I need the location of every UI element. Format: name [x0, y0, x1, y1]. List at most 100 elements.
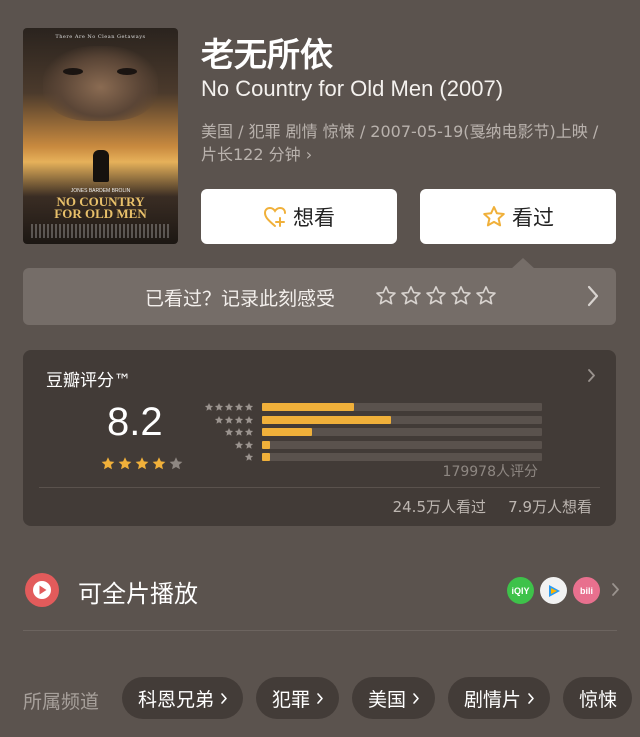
star-outline-icon[interactable]: [450, 285, 472, 306]
want-to-watch-button[interactable]: 想看: [201, 189, 397, 244]
star-small-icon: [224, 428, 234, 436]
poster-credits: [31, 224, 170, 238]
rating-bar-row: [198, 426, 542, 439]
rating-stars: [100, 456, 184, 471]
channel-chips: 科恩兄弟 犯罪 美国 剧情片 惊悚: [122, 677, 633, 719]
tencent-video-icon: [540, 577, 567, 604]
poster-figure-art: [93, 150, 109, 182]
star-small-icon: [244, 415, 254, 424]
channel-chip[interactable]: 科恩兄弟: [122, 677, 244, 719]
channels-row: 所属频道 科恩兄弟 犯罪 美国 剧情片 惊悚: [0, 677, 640, 721]
platform-icons: iQIY bili: [507, 577, 600, 604]
rating-score: 8.2: [107, 400, 163, 444]
star-small-icon: [244, 453, 254, 461]
rating-count: 179978人评分: [442, 464, 538, 480]
star-small-icon: [224, 415, 234, 424]
have-watched-button[interactable]: 看过: [420, 189, 616, 244]
iqiyi-icon: iQIY: [507, 577, 534, 604]
chevron-right-icon: [221, 692, 227, 704]
chevron-right-icon: [528, 692, 534, 704]
rating-bar-fill: [262, 453, 271, 462]
poster-eye-right: [117, 68, 137, 75]
star-outline-icon[interactable]: [425, 285, 447, 306]
star-filled-icon: [135, 457, 149, 470]
record-feeling-bar[interactable]: 已看过？记录此刻感受: [23, 258, 616, 325]
rating-bar-fill: [262, 440, 271, 449]
chevron-right-icon[interactable]: [611, 582, 620, 597]
star-small-icon: [234, 415, 244, 424]
douban-rating-card[interactable]: 豆瓣评分™ 8.2 179978人评分 24.5万人看过 7.9万人想看: [23, 350, 616, 526]
rating-bar-track: [262, 440, 542, 449]
chevron-right-icon[interactable]: [587, 368, 596, 383]
rating-distribution: [198, 401, 542, 464]
channel-chip[interactable]: 美国: [352, 677, 436, 719]
section-divider: [23, 630, 617, 631]
channel-chip-label: 犯罪: [272, 688, 311, 711]
chevron-right-icon: [317, 692, 323, 704]
bar-star-icons: [198, 402, 254, 412]
full-play-label: 可全片播放: [78, 580, 198, 608]
record-bar-pointer: [511, 258, 535, 269]
bar-star-icons: [198, 427, 254, 437]
movie-meta-info[interactable]: 美国 / 犯罪 剧情 惊悚 / 2007-05-19(戛纳电影节)上映 / 片长…: [201, 120, 611, 166]
rate-stars[interactable]: [375, 285, 497, 306]
star-small-icon: [214, 403, 224, 411]
rating-bar-track: [262, 403, 542, 412]
channel-chip-label: 惊悚: [579, 688, 618, 711]
rating-label: 豆瓣评分™: [46, 371, 131, 391]
chevron-right-icon: [413, 692, 419, 704]
star-small-icon: [224, 403, 234, 411]
movie-poster[interactable]: There Are No Clean Getaways JONES BARDEM…: [23, 28, 178, 244]
poster-title: NO COUNTRY FOR OLD MEN: [23, 195, 178, 221]
record-feeling-prompt: 已看过？记录此刻感受: [145, 288, 336, 310]
star-filled-icon: [101, 457, 115, 470]
full-play-row[interactable]: 可全片播放 iQIY bili: [0, 560, 640, 620]
rating-bar-row: [198, 439, 542, 452]
poster-title-line2: FOR OLD MEN: [54, 206, 147, 221]
bar-star-icons: [198, 415, 254, 425]
movie-title-en: No Country for Old Men (2007): [201, 76, 504, 101]
want-to-watch-label: 想看: [293, 205, 335, 230]
heart-plus-icon: [263, 206, 286, 227]
star-small-icon: [234, 403, 244, 411]
star-filled-icon: [118, 457, 132, 470]
channel-chip[interactable]: 惊悚: [563, 677, 633, 719]
watched-count[interactable]: 24.5万人看过: [393, 496, 486, 517]
channels-label: 所属频道: [23, 691, 100, 713]
star-small-icon: [234, 440, 244, 449]
rating-divider: [39, 487, 600, 488]
rating-bar-fill: [262, 428, 313, 437]
rating-bar-fill: [262, 403, 355, 412]
poster-tagline: There Are No Clean Getaways: [55, 34, 146, 40]
star-small-icon: [244, 428, 254, 436]
bilibili-icon: bili: [573, 577, 600, 604]
have-watched-label: 看过: [512, 205, 554, 230]
bar-star-icons: [198, 452, 254, 462]
star-small-icon: [244, 403, 254, 411]
star-small-icon: [214, 415, 224, 424]
star-filled-icon: [152, 457, 166, 470]
play-icon: [25, 573, 59, 607]
movie-title-cn: 老无所依: [201, 35, 333, 74]
bar-star-icons: [198, 440, 254, 450]
star-small-icon: [204, 403, 214, 411]
rating-bar-track: [262, 415, 542, 424]
star-outline-icon[interactable]: [375, 285, 397, 306]
star-outline-icon[interactable]: [400, 285, 422, 306]
rating-bar-track: [262, 428, 542, 437]
poster-face-art: [43, 46, 158, 121]
channel-chip[interactable]: 犯罪: [256, 677, 340, 719]
channel-chip-label: 科恩兄弟: [138, 688, 215, 711]
channel-chip-label: 剧情片: [464, 688, 522, 711]
wish-count[interactable]: 7.9万人想看: [508, 496, 592, 517]
star-outline-icon[interactable]: [475, 285, 497, 306]
star-small-icon: [244, 440, 254, 449]
poster-eye-left: [63, 68, 83, 75]
rating-bar-row: [198, 401, 542, 414]
star-empty-icon: [169, 457, 183, 470]
chevron-right-icon[interactable]: [586, 284, 600, 308]
rating-bar-fill: [262, 415, 391, 424]
star-outline-icon: [483, 206, 505, 227]
channel-chip[interactable]: 剧情片: [448, 677, 551, 719]
star-small-icon: [234, 428, 244, 436]
